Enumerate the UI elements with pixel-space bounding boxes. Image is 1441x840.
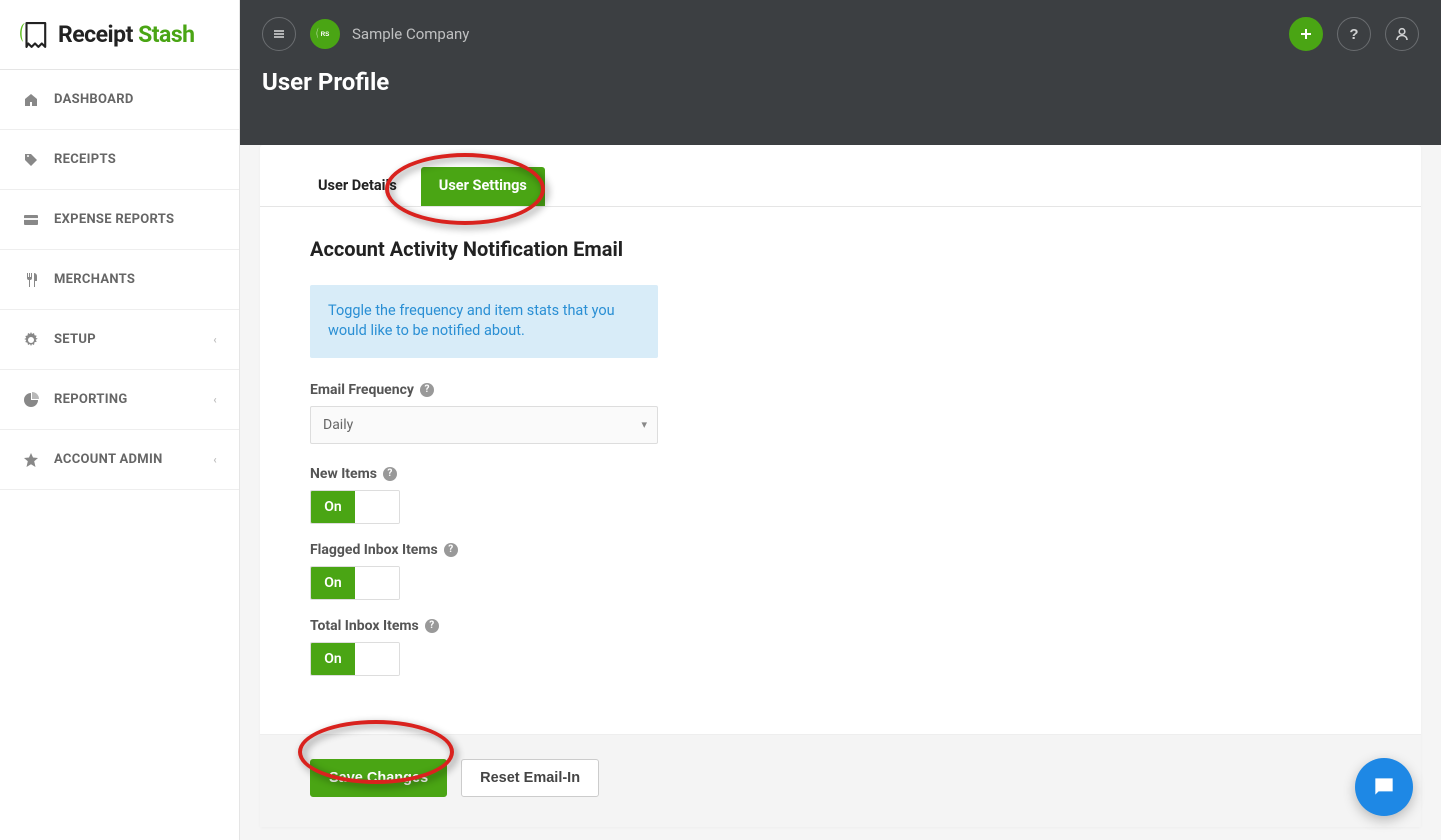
chevron-left-icon: ‹	[213, 453, 217, 466]
nav-label: ACCOUNT ADMIN	[54, 452, 163, 467]
card-icon	[22, 211, 40, 229]
chat-button[interactable]	[1355, 758, 1413, 816]
label-new-items: New Items	[310, 466, 377, 482]
header: RS Sample Company ? User Profile	[240, 0, 1441, 145]
sidebar-item-receipts[interactable]: RECEIPTS	[0, 130, 239, 190]
select-email-frequency[interactable]: Daily	[310, 406, 658, 444]
help-icon[interactable]: ?	[420, 383, 434, 397]
page-title: User Profile	[240, 68, 1441, 96]
chat-icon	[1371, 774, 1397, 800]
label-flagged-inbox: Flagged Inbox Items	[310, 542, 438, 558]
select-value: Daily	[323, 417, 353, 433]
logo[interactable]: Receipt Stash	[0, 0, 239, 70]
rs-icon: RS	[316, 25, 334, 43]
star-icon	[22, 451, 40, 469]
help-icon[interactable]: ?	[425, 619, 439, 633]
logo-icon	[18, 18, 52, 52]
nav-label: SETUP	[54, 332, 96, 347]
toggle-on-label: On	[311, 491, 355, 523]
section-title: Account Activity Notification Email	[310, 237, 1371, 261]
svg-text:RS: RS	[321, 31, 330, 38]
sidebar: Receipt Stash DASHBOARD RECEIPTS EXPENSE…	[0, 0, 240, 840]
company-name[interactable]: Sample Company	[352, 25, 469, 43]
nav-label: DASHBOARD	[54, 92, 134, 107]
nav-label: EXPENSE REPORTS	[54, 212, 174, 227]
sidebar-item-merchants[interactable]: MERCHANTS	[0, 250, 239, 310]
toggle-on-label: On	[311, 567, 355, 599]
sidebar-item-setup[interactable]: SETUP ‹	[0, 310, 239, 370]
tabs: User Details User Settings	[260, 145, 1421, 207]
nav-label: MERCHANTS	[54, 272, 135, 287]
field-email-frequency: Email Frequency? Daily	[310, 382, 1371, 444]
add-button[interactable]	[1289, 17, 1323, 51]
help-icon[interactable]: ?	[383, 467, 397, 481]
toggle-new-items[interactable]: On	[310, 490, 400, 524]
user-button[interactable]	[1385, 17, 1419, 51]
content: User Details User Settings Account Activ…	[260, 145, 1421, 827]
nav-label: REPORTING	[54, 392, 128, 407]
help-icon[interactable]: ?	[444, 543, 458, 557]
fork-icon	[22, 271, 40, 289]
company-avatar[interactable]: RS	[310, 19, 340, 49]
field-total-inbox: Total Inbox Items? On	[310, 618, 1371, 676]
toggle-on-label: On	[311, 643, 355, 675]
pie-icon	[22, 391, 40, 409]
gear-icon	[22, 331, 40, 349]
menu-button[interactable]	[262, 17, 296, 51]
logo-text: Receipt Stash	[58, 21, 195, 48]
toggle-total-inbox[interactable]: On	[310, 642, 400, 676]
tab-user-settings[interactable]: User Settings	[421, 167, 545, 206]
field-flagged-inbox: Flagged Inbox Items? On	[310, 542, 1371, 600]
card-footer: Save Changes Reset Email-In	[260, 734, 1421, 827]
sidebar-item-account-admin[interactable]: ACCOUNT ADMIN ‹	[0, 430, 239, 490]
sidebar-item-dashboard[interactable]: DASHBOARD	[0, 70, 239, 130]
label-email-frequency: Email Frequency	[310, 382, 414, 398]
toggle-flagged-inbox[interactable]: On	[310, 566, 400, 600]
nav-label: RECEIPTS	[54, 152, 116, 167]
info-box: Toggle the frequency and item stats that…	[310, 285, 658, 358]
chevron-left-icon: ‹	[213, 333, 217, 346]
tab-user-details[interactable]: User Details	[300, 167, 415, 206]
home-icon	[22, 91, 40, 109]
card: User Details User Settings Account Activ…	[260, 145, 1421, 827]
field-new-items: New Items? On	[310, 466, 1371, 524]
reset-email-in-button[interactable]: Reset Email-In	[461, 759, 599, 797]
sidebar-item-reporting[interactable]: REPORTING ‹	[0, 370, 239, 430]
sidebar-item-expense-reports[interactable]: EXPENSE REPORTS	[0, 190, 239, 250]
help-button[interactable]: ?	[1337, 17, 1371, 51]
chevron-left-icon: ‹	[213, 393, 217, 406]
tag-icon	[22, 151, 40, 169]
save-button[interactable]: Save Changes	[310, 759, 447, 797]
label-total-inbox: Total Inbox Items	[310, 618, 419, 634]
